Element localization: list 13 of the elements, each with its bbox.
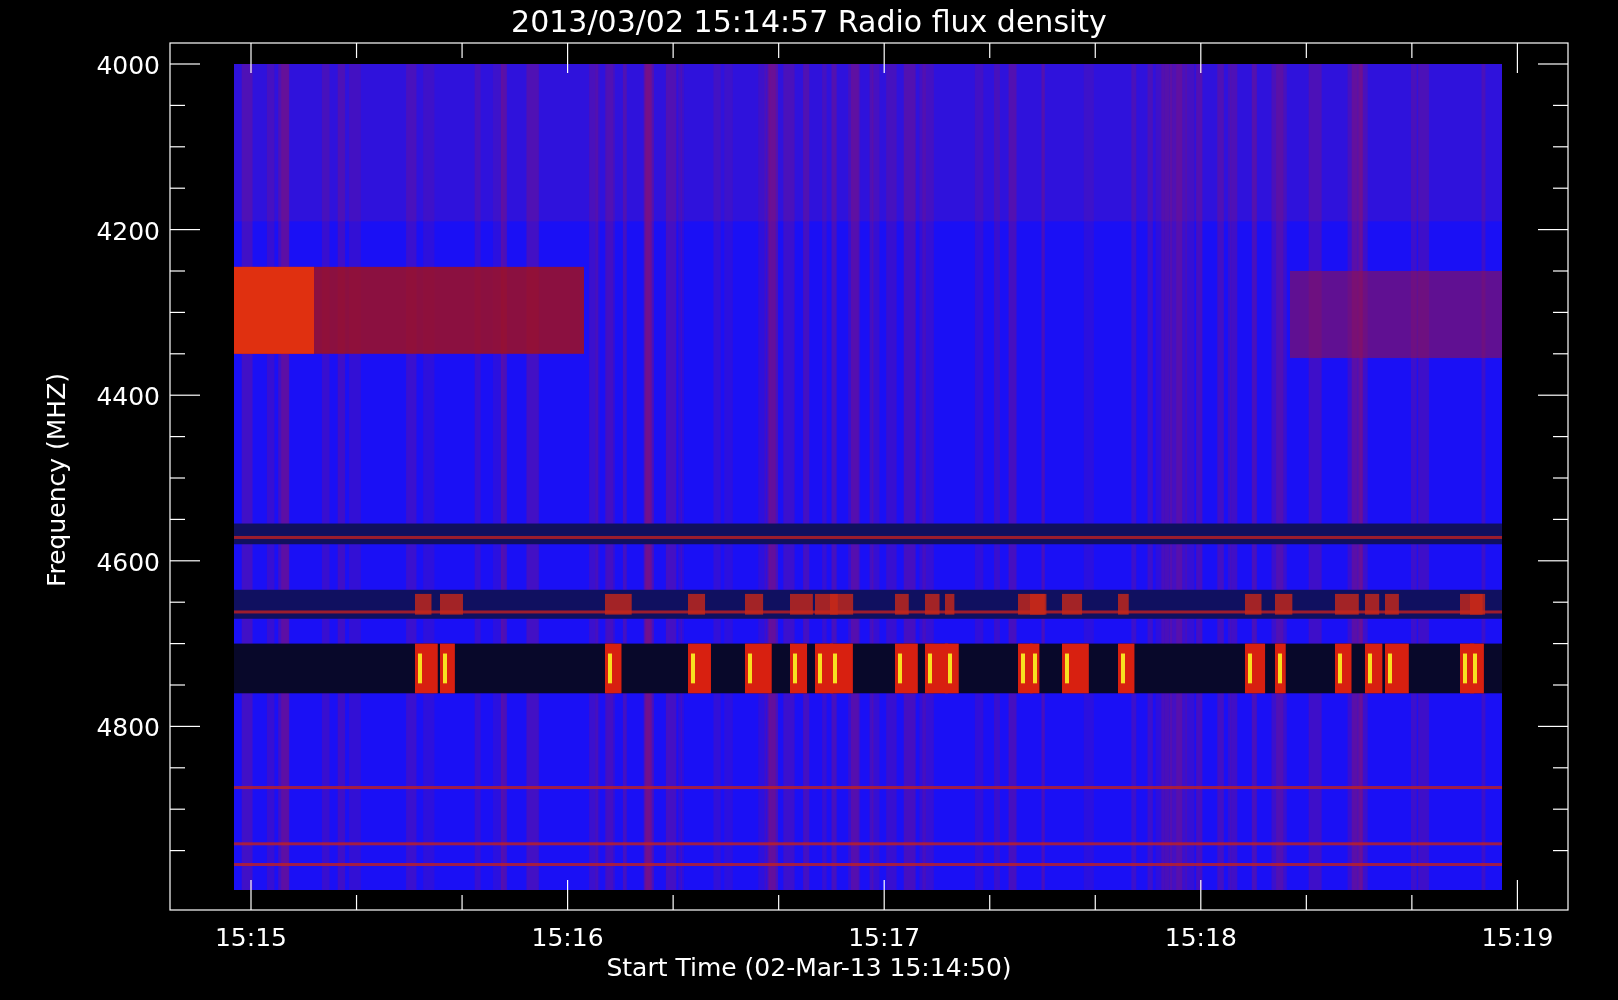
tick-label: 4200 [96, 216, 160, 246]
tick-label: 4000 [96, 51, 160, 80]
tick-label: 4800 [96, 713, 160, 743]
axis-label: Frequency (MHZ) [42, 372, 71, 588]
chart-title: 2013/03/02 15:14:57 Radio flux density [511, 4, 1107, 39]
tick-label: 4400 [96, 382, 160, 412]
tick-label: 15:15 [215, 923, 287, 952]
tick-label: 15:19 [1481, 923, 1554, 952]
tick-label: 15:18 [1164, 923, 1237, 952]
tick-label: 4600 [96, 547, 160, 577]
tick-label: 15:17 [848, 923, 921, 952]
tick-label: 15:16 [531, 923, 604, 952]
axis-label: Start Time (02-Mar-13 15:14:50) [606, 953, 1012, 982]
